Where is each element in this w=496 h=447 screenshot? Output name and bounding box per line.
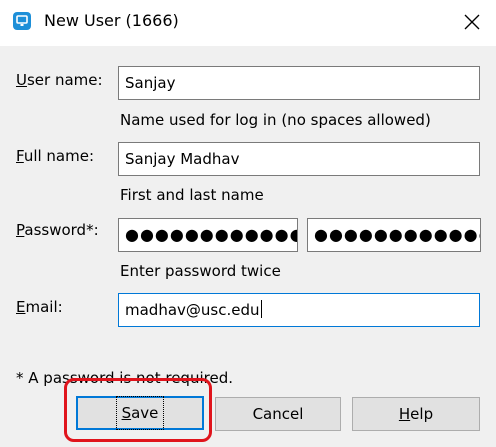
close-button[interactable] bbox=[458, 8, 486, 36]
email-input[interactable]: madhav@usc.edu bbox=[118, 293, 480, 327]
username-label: User name: bbox=[16, 71, 103, 89]
footnote: * A password is not required. bbox=[16, 369, 233, 387]
password-confirm-input[interactable]: ●●●●●●●●●●●● bbox=[307, 218, 481, 252]
text-caret bbox=[260, 300, 262, 318]
app-monitor-icon bbox=[13, 12, 31, 30]
help-button-label: Help bbox=[398, 405, 434, 423]
save-button-label: Save bbox=[115, 396, 165, 430]
email-label: Email: bbox=[16, 298, 63, 316]
username-input[interactable]: Sanjay bbox=[118, 66, 480, 100]
password-input[interactable]: ●●●●●●●●●●●● bbox=[118, 218, 298, 252]
title-bar: New User (1666) bbox=[0, 0, 496, 46]
cancel-button-label: Cancel bbox=[252, 405, 304, 423]
username-hint: Name used for log in (no spaces allowed) bbox=[120, 111, 431, 129]
help-button[interactable]: Help bbox=[352, 397, 480, 431]
password-label: Password*: bbox=[16, 221, 99, 239]
save-button[interactable]: Save bbox=[76, 396, 204, 430]
password-hint: Enter password twice bbox=[120, 262, 281, 280]
fullname-hint: First and last name bbox=[120, 186, 264, 204]
fullname-input[interactable]: Sanjay Madhav bbox=[118, 142, 480, 176]
cancel-button[interactable]: Cancel bbox=[215, 397, 341, 431]
fullname-label: Full name: bbox=[16, 147, 95, 165]
window-title: New User (1666) bbox=[44, 11, 179, 30]
close-icon bbox=[464, 14, 480, 30]
